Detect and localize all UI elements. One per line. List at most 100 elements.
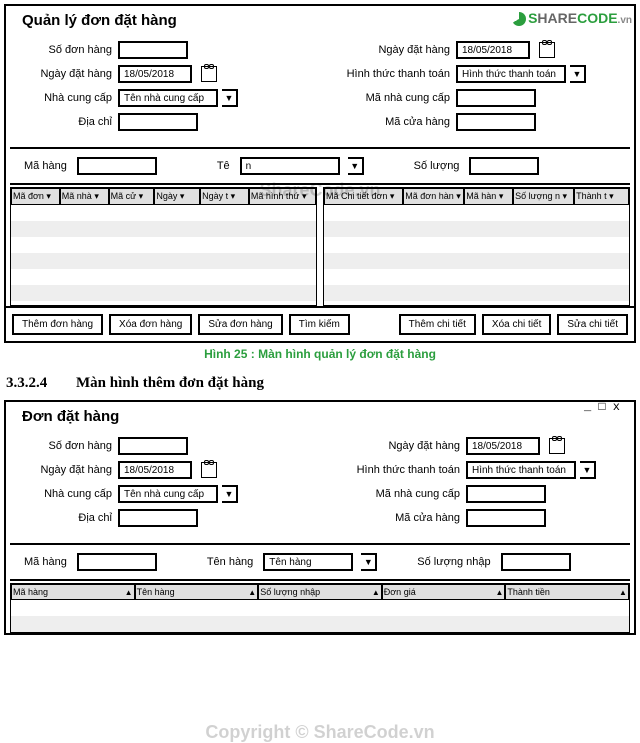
label-ma-nha-cc: Mã nhà cung cấp — [340, 488, 460, 500]
select-nha-cung-cap[interactable]: Tên nhà cung cấp — [118, 485, 218, 503]
chevron-down-icon[interactable]: ▼ — [222, 89, 238, 107]
input-ngay-dat-hang[interactable]: 18/05/2018 — [118, 461, 192, 479]
chevron-down-icon[interactable]: ▼ — [348, 157, 364, 175]
col-ngay-t[interactable]: Ngày t ▾ — [200, 188, 249, 205]
table-row[interactable] — [324, 221, 629, 237]
label-so-don-hang: Số đơn hàng — [20, 44, 112, 56]
label-ngay-dat-hang-r: Ngày đặt hàng — [340, 440, 460, 452]
table-row[interactable] — [11, 205, 316, 221]
calendar-icon[interactable] — [201, 66, 217, 82]
input-so-luong-nhap[interactable] — [501, 553, 571, 571]
xoa-chi-tiet-button[interactable]: Xóa chi tiết — [482, 314, 551, 335]
col-ma-hang[interactable]: Mã hàn ▾ — [464, 188, 513, 205]
section-heading: 3.3.2.4Màn hình thêm đơn đặt hàng — [0, 371, 640, 396]
window-controls[interactable]: _ □ x — [584, 400, 620, 414]
table-row[interactable] — [11, 253, 316, 269]
label-ngay-dat-hang-r: Ngày đặt hàng — [340, 44, 450, 56]
input-ma-cua-hang[interactable] — [456, 113, 536, 131]
label-dia-chi: Địa chỉ — [20, 116, 112, 128]
calendar-icon[interactable] — [201, 462, 217, 478]
sharecode-logo: SHARECODE.vn — [512, 10, 632, 26]
input-so-luong[interactable] — [469, 157, 539, 175]
col-ma-ct-don[interactable]: Mã Chi tiết đơn ▾ — [324, 188, 403, 205]
table-row[interactable] — [11, 285, 316, 301]
window-order-management: Quản lý đơn đặt hàng Số đơn hàng Ngày đặ… — [4, 4, 636, 343]
input-ma-cua-hang[interactable] — [466, 509, 546, 527]
col-so-luong-nhap[interactable]: Số lượng nhập▲ — [258, 584, 382, 600]
label-so-luong-nhap: Số lượng nhập — [417, 556, 490, 568]
col-thanh-tien[interactable]: Thành tiền▲ — [505, 584, 629, 600]
col-ma-don[interactable]: Mã đơn ▾ — [11, 188, 60, 205]
input-ma-hang[interactable] — [77, 553, 157, 571]
label-ma-nha-cc: Mã nhà cung cấp — [340, 92, 450, 104]
xoa-don-hang-button[interactable]: Xóa đơn hàng — [109, 314, 192, 335]
col-ngay[interactable]: Ngày ▾ — [154, 188, 200, 205]
input-dia-chi[interactable] — [118, 113, 198, 131]
table-row[interactable] — [324, 237, 629, 253]
table-row[interactable] — [11, 269, 316, 285]
chevron-down-icon[interactable]: ▼ — [361, 553, 377, 571]
sua-chi-tiet-button[interactable]: Sửa chi tiết — [557, 314, 628, 335]
them-don-hang-button[interactable]: Thêm đơn hàng — [12, 314, 103, 335]
input-ma-hang[interactable] — [77, 157, 157, 175]
select-hinh-thuc[interactable]: Hình thức thanh toán — [456, 65, 566, 83]
label-ngay-dat-hang: Ngày đặt hàng — [20, 68, 112, 80]
input-ma-nha-cc[interactable] — [456, 89, 536, 107]
table-row[interactable] — [324, 269, 629, 285]
label-nha-cung-cap: Nhà cung cấp — [20, 488, 112, 500]
input-so-don-hang[interactable] — [118, 437, 188, 455]
label-ma-cua-hang: Mã cửa hàng — [340, 512, 460, 524]
table-chi-tiet[interactable]: Mã Chi tiết đơn ▾ Mã đơn hàn ▾ Mã hàn ▾ … — [323, 187, 630, 306]
input-dia-chi[interactable] — [118, 509, 198, 527]
tim-kiem-button[interactable]: Tìm kiếm — [289, 314, 350, 335]
input-ngay-dat-hang-r[interactable]: 18/05/2018 — [456, 41, 530, 59]
label-ten-hang-partial: Tê — [217, 160, 230, 172]
col-ma-hinh-thuc[interactable]: Mã hình thứ ▾ — [249, 188, 316, 205]
label-dia-chi: Địa chỉ — [20, 512, 112, 524]
label-hinh-thuc: Hình thức thanh toán — [340, 464, 460, 476]
table-row[interactable] — [11, 221, 316, 237]
select-nha-cung-cap[interactable]: Tên nhà cung cấp — [118, 89, 218, 107]
calendar-icon[interactable] — [549, 438, 565, 454]
col-ma-cu[interactable]: Mã cử ▾ — [109, 188, 155, 205]
col-ma-don-hang[interactable]: Mã đơn hàn ▾ — [403, 188, 464, 205]
chevron-down-icon[interactable]: ▼ — [222, 485, 238, 503]
table-row[interactable] — [324, 285, 629, 301]
select-ten-hang[interactable]: n — [240, 157, 340, 175]
table-row[interactable] — [11, 616, 629, 632]
window-title: Đơn đặt hàng — [6, 402, 634, 427]
calendar-icon[interactable] — [539, 42, 555, 58]
select-ten-hang[interactable]: Tên hàng — [263, 553, 353, 571]
col-so-luong-n[interactable]: Số lượng n ▾ — [513, 188, 574, 205]
col-ma-nha[interactable]: Mã nhà ▾ — [60, 188, 109, 205]
label-so-don-hang: Số đơn hàng — [20, 440, 112, 452]
col-ma-hang[interactable]: Mã hàng▲ — [11, 584, 135, 600]
table-row[interactable] — [11, 600, 629, 616]
label-hinh-thuc: Hình thức thanh toán — [340, 68, 450, 80]
table-row[interactable] — [11, 237, 316, 253]
col-ten-hang[interactable]: Tên hàng▲ — [135, 584, 259, 600]
table-items[interactable]: Mã hàng▲ Tên hàng▲ Số lượng nhập▲ Đơn gi… — [10, 583, 630, 633]
sua-don-hang-button[interactable]: Sửa đơn hàng — [198, 314, 282, 335]
input-ngay-dat-hang-r[interactable]: 18/05/2018 — [466, 437, 540, 455]
label-ma-cua-hang: Mã cửa hàng — [340, 116, 450, 128]
figure-caption: Hình 25 : Màn hình quản lý đơn đặt hàng — [0, 347, 640, 361]
label-ten-hang: Tên hàng — [207, 556, 253, 568]
label-ngay-dat-hang: Ngày đặt hàng — [20, 464, 112, 476]
col-thanh-t[interactable]: Thành t ▾ — [574, 188, 629, 205]
table-don-hang[interactable]: Mã đơn ▾ Mã nhà ▾ Mã cử ▾ Ngày ▾ Ngày t … — [10, 187, 317, 306]
label-nha-cung-cap: Nhà cung cấp — [20, 92, 112, 104]
recycle-icon — [512, 12, 526, 26]
select-hinh-thuc[interactable]: Hình thức thanh toán — [466, 461, 576, 479]
label-ma-hang: Mã hàng — [24, 556, 67, 568]
input-ngay-dat-hang[interactable]: 18/05/2018 — [118, 65, 192, 83]
them-chi-tiet-button[interactable]: Thêm chi tiết — [399, 314, 476, 335]
input-ma-nha-cc[interactable] — [466, 485, 546, 503]
chevron-down-icon[interactable]: ▼ — [570, 65, 586, 83]
watermark: Copyright © ShareCode.vn — [205, 722, 434, 743]
col-don-gia[interactable]: Đơn giá▲ — [382, 584, 506, 600]
table-row[interactable] — [324, 253, 629, 269]
chevron-down-icon[interactable]: ▼ — [580, 461, 596, 479]
input-so-don-hang[interactable] — [118, 41, 188, 59]
table-row[interactable] — [324, 205, 629, 221]
